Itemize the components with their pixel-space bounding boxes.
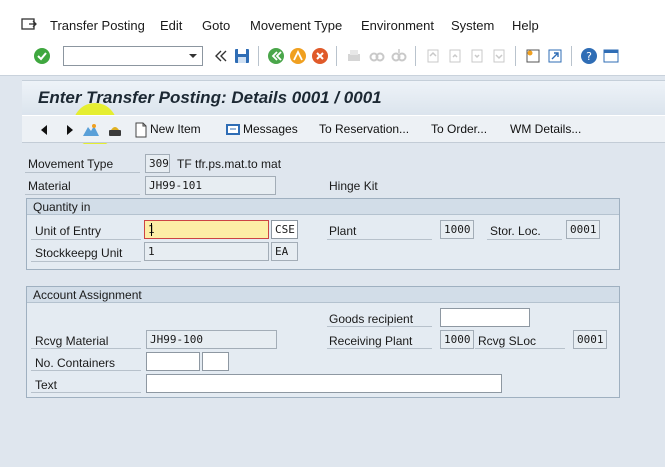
- next-page-icon[interactable]: [468, 47, 486, 65]
- no-containers-label: No. Containers: [35, 356, 116, 370]
- exit-icon[interactable]: [289, 47, 307, 65]
- chevron-down-icon[interactable]: [184, 47, 202, 65]
- unit-of-entry-quantity-input[interactable]: 1: [144, 220, 269, 239]
- previous-page-icon[interactable]: [446, 47, 464, 65]
- quantity-group: Quantity in Unit of Entry 1 CSE Plant 10…: [26, 198, 620, 270]
- menu-transfer-posting[interactable]: Transfer Posting: [50, 18, 145, 33]
- unit-of-entry-label: Unit of Entry: [35, 224, 102, 238]
- new-item-button[interactable]: New Item: [150, 122, 201, 136]
- command-field[interactable]: [63, 46, 203, 66]
- toolbar-separator: [258, 46, 259, 66]
- application-toolbar: New Item Messages To Reservation... To O…: [22, 115, 665, 143]
- previous-item-icon[interactable]: [36, 121, 54, 139]
- material-description: Hinge Kit: [329, 179, 378, 193]
- receiving-plant-field[interactable]: 1000: [440, 330, 474, 349]
- messages-icon[interactable]: [224, 121, 242, 139]
- rcvg-sloc-label: Rcvg SLoc: [478, 334, 537, 348]
- new-item-icon[interactable]: [132, 121, 150, 139]
- to-reservation-button[interactable]: To Reservation...: [319, 122, 409, 136]
- text-input[interactable]: [146, 374, 502, 393]
- menu-goto[interactable]: Goto: [202, 18, 230, 33]
- toolbar-separator: [415, 46, 416, 66]
- collapse-command-icon[interactable]: [212, 47, 230, 65]
- menu-help[interactable]: Help: [512, 18, 539, 33]
- check-icon[interactable]: [106, 121, 124, 139]
- hold-icon[interactable]: [82, 121, 100, 139]
- goods-recipient-input[interactable]: [440, 308, 530, 327]
- to-order-button[interactable]: To Order...: [431, 122, 487, 136]
- unit-of-entry-uom-input[interactable]: CSE: [271, 220, 298, 239]
- menu-edit[interactable]: Edit: [160, 18, 182, 33]
- stor-loc-label: Stor. Loc.: [490, 224, 541, 238]
- toolbar-separator: [515, 46, 516, 66]
- back-icon[interactable]: [267, 47, 285, 65]
- help-icon[interactable]: ?: [580, 47, 598, 65]
- toolbar-separator: [571, 46, 572, 66]
- material-field[interactable]: JH99-101: [145, 176, 276, 195]
- goods-recipient-label: Goods recipient: [329, 312, 414, 326]
- rcvg-material-field[interactable]: JH99-100: [146, 330, 277, 349]
- toolbar-separator: [336, 46, 337, 66]
- receiving-plant-label: Receiving Plant: [329, 334, 413, 348]
- menu-environment[interactable]: Environment: [361, 18, 434, 33]
- menu-exit-icon[interactable]: [21, 17, 37, 31]
- stockkeeping-uom-field[interactable]: EA: [271, 242, 298, 261]
- shortcut-icon[interactable]: [546, 47, 564, 65]
- stockkeeping-unit-label: Stockkeepg Unit: [35, 246, 123, 260]
- menu-system[interactable]: System: [451, 18, 494, 33]
- wm-details-button[interactable]: WM Details...: [510, 122, 581, 136]
- no-containers-input[interactable]: [146, 352, 200, 371]
- material-label: Material: [28, 179, 71, 193]
- movement-type-text: TF tfr.ps.mat.to mat: [177, 157, 282, 171]
- messages-button[interactable]: Messages: [243, 122, 298, 136]
- text-cursor: [151, 223, 152, 236]
- menu-movement-type[interactable]: Movement Type: [250, 18, 342, 33]
- text-label: Text: [35, 378, 58, 392]
- first-page-icon[interactable]: [424, 47, 442, 65]
- rcvg-material-label: Rcvg Material: [35, 334, 109, 348]
- svg-text:?: ?: [586, 50, 592, 63]
- last-page-icon[interactable]: [490, 47, 508, 65]
- account-assignment-group: Account Assignment Goods recipient Rcvg …: [26, 286, 620, 398]
- stor-loc-field[interactable]: 0001: [566, 220, 600, 239]
- rcvg-sloc-field[interactable]: 0001: [573, 330, 607, 349]
- new-session-icon[interactable]: [524, 47, 542, 65]
- menu-bar: Transfer Posting Edit Goto Movement Type…: [0, 0, 665, 38]
- movement-type-label: Movement Type: [28, 157, 114, 171]
- find-next-icon[interactable]: [390, 47, 408, 65]
- account-assignment-title: Account Assignment: [27, 287, 619, 303]
- cancel-icon[interactable]: [311, 47, 329, 65]
- print-icon[interactable]: [345, 47, 363, 65]
- enter-icon[interactable]: [33, 47, 51, 65]
- customize-layout-icon[interactable]: [602, 47, 620, 65]
- next-item-icon[interactable]: [60, 121, 78, 139]
- movement-type-field[interactable]: 309: [145, 154, 170, 173]
- detail-screen: Movement Type 309 TF tfr.ps.mat.to mat M…: [22, 144, 665, 467]
- no-containers-unit-input[interactable]: [202, 352, 229, 371]
- plant-field[interactable]: 1000: [440, 220, 474, 239]
- save-icon[interactable]: [233, 47, 251, 65]
- plant-label: Plant: [329, 224, 357, 238]
- stockkeeping-quantity-field[interactable]: 1: [144, 242, 269, 261]
- quantity-group-title: Quantity in: [27, 199, 619, 215]
- title-bar: Enter Transfer Posting: Details 0001 / 0…: [22, 80, 665, 115]
- find-icon[interactable]: [368, 47, 386, 65]
